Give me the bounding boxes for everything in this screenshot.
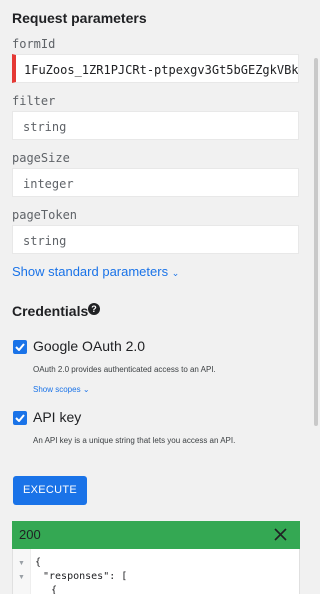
show-standard-parameters-label: Show standard parameters [12,264,169,279]
pagetoken-input[interactable]: string [12,225,299,254]
checkmark-icon [15,343,25,351]
request-panel: Request parameters formId 1FuZoos_1ZR1PJ… [0,0,310,594]
apikey-label: API key [33,409,82,425]
pagesize-input[interactable]: integer [12,168,299,197]
scrollbar-thumb[interactable] [314,58,318,426]
credentials-title: Credentials [12,303,89,319]
formid-input[interactable]: 1FuZoos_1ZR1PJCRt-ptpexgv3Gt5bGEZgkVBkB [12,54,299,83]
help-icon[interactable]: ? [88,303,100,315]
response-status-bar: 200 [12,521,300,549]
chevron-down-icon: ⌄ [82,385,90,394]
scrollbar[interactable] [312,0,320,594]
code-line: "responses": [ [43,571,128,582]
show-scopes-label: Show scopes [33,385,81,394]
close-icon[interactable] [274,528,287,541]
collapse-toggle-icon[interactable]: ▼ [18,574,25,581]
filter-input[interactable]: string [12,111,299,140]
param-label-pagetoken: pageToken [12,208,78,222]
response-body: ▼ ▼ { "responses": [ { [12,549,300,594]
code-line: { [35,557,42,568]
apikey-checkbox[interactable] [13,411,27,425]
collapse-toggle-icon[interactable]: ▼ [18,560,25,567]
apikey-description: An API key is a unique string that lets … [33,436,236,445]
param-label-pagesize: pageSize [12,151,70,165]
show-scopes-link[interactable]: Show scopes ⌄ [33,385,90,394]
oauth-label: Google OAuth 2.0 [33,338,146,354]
show-standard-parameters-link[interactable]: Show standard parameters ⌄ [12,264,179,279]
execute-button[interactable]: EXECUTE [13,476,87,505]
code-gutter: ▼ ▼ [13,549,31,594]
checkmark-icon [15,414,25,422]
code-line: { [51,585,58,594]
oauth-checkbox[interactable] [13,340,27,354]
status-code: 200 [19,527,41,542]
param-label-filter: filter [12,94,56,108]
param-label-formid: formId [12,37,56,51]
oauth-description: OAuth 2.0 provides authenticated access … [33,365,216,374]
chevron-down-icon: ⌄ [171,268,180,278]
request-parameters-title: Request parameters [12,10,147,26]
